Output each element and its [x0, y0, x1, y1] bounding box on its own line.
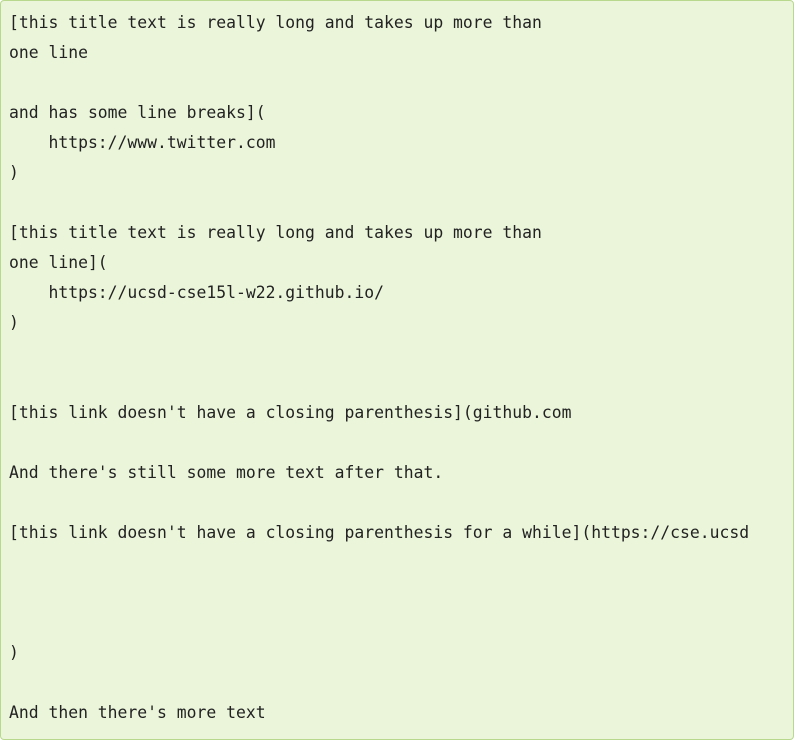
- code-line-24: And then there's more text: [9, 703, 266, 722]
- code-line-1: [this title text is really long and take…: [9, 13, 542, 32]
- code-line-5: https://www.twitter.com: [9, 133, 276, 152]
- code-line-6: ): [9, 163, 19, 182]
- code-line-22: ): [9, 643, 19, 662]
- code-panel: [this title text is really long and take…: [0, 0, 794, 740]
- code-line-18: [this link doesn't have a closing parent…: [9, 523, 750, 542]
- code-line-9: one line](: [9, 253, 108, 272]
- code-line-8: [this title text is really long and take…: [9, 223, 542, 242]
- code-line-11: ): [9, 313, 19, 332]
- code-line-2: one line: [9, 43, 88, 62]
- code-line-10: https://ucsd-cse15l-w22.github.io/: [9, 283, 384, 302]
- code-line-14: [this link doesn't have a closing parent…: [9, 403, 572, 422]
- code-line-4: and has some line breaks](: [9, 103, 266, 122]
- code-block: [this title text is really long and take…: [1, 1, 793, 728]
- code-line-16: And there's still some more text after t…: [9, 463, 444, 482]
